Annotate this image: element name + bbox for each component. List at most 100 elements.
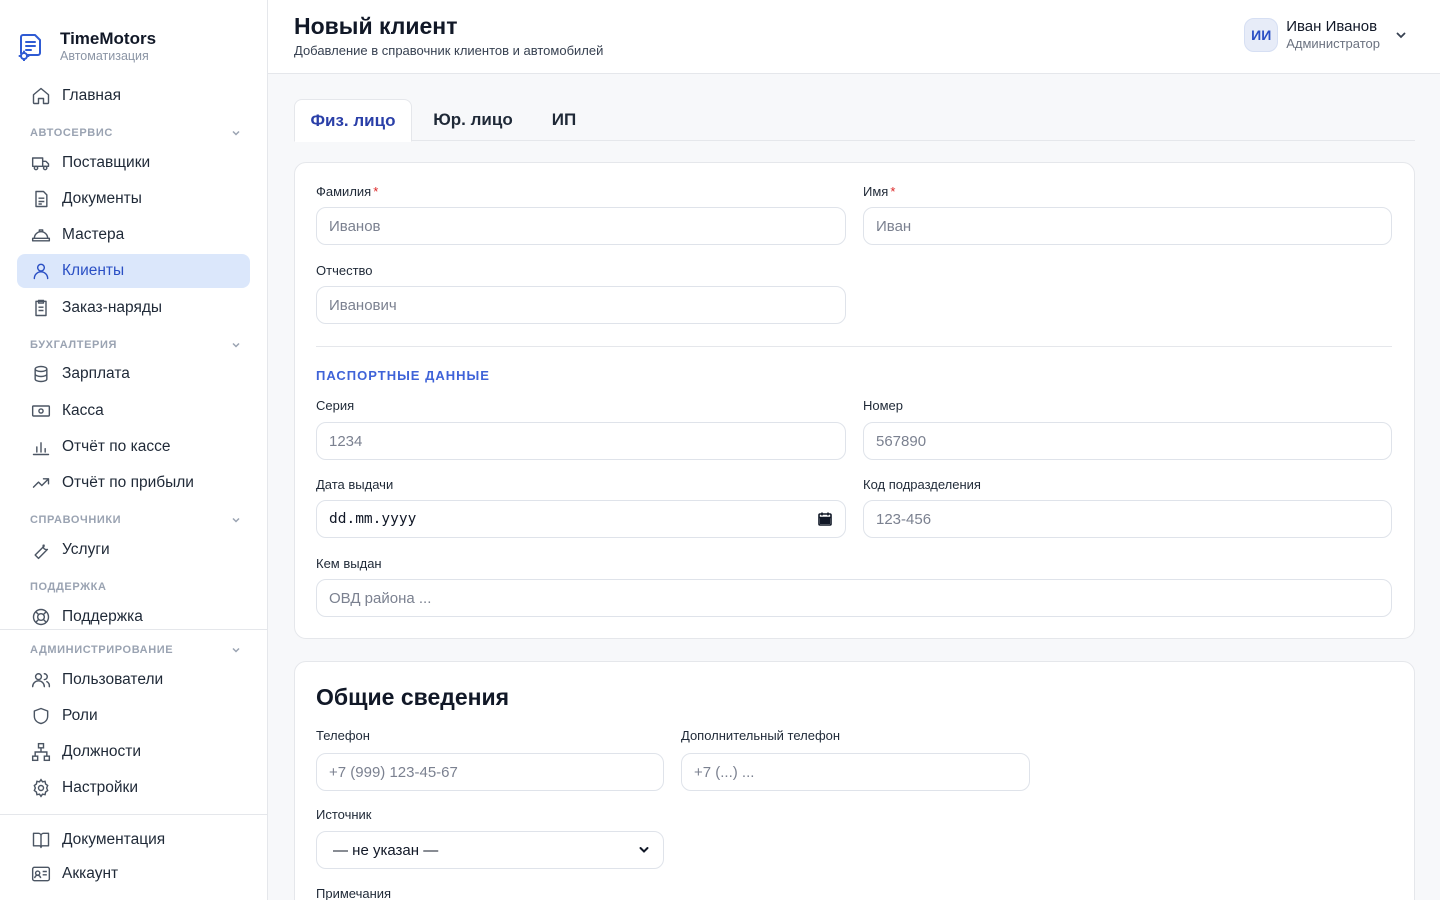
last-name-field[interactable]	[316, 207, 846, 245]
users-icon	[30, 669, 52, 691]
sidebar-item-home[interactable]: Главная	[17, 79, 250, 113]
sidebar-item-label: Клиенты	[62, 262, 125, 279]
last-name-label: Фамилия *	[316, 184, 379, 199]
chevron-down-icon	[1396, 32, 1406, 39]
last-name-input[interactable]	[329, 217, 833, 235]
section-label: ПОДДЕРЖКА	[30, 581, 107, 593]
sidebar-item-label: Услуги	[62, 541, 110, 558]
hard-hat-icon	[30, 224, 52, 246]
chevron-down-icon	[232, 342, 240, 348]
brand[interactable]: TimeMotors Автоматизация	[16, 26, 156, 66]
series-label: Серия	[316, 398, 355, 413]
sidebar-item-label: Пользователи	[62, 671, 164, 688]
number-label: Номер	[863, 398, 904, 413]
person-card: Фамилия* Имя* Отчество ПАСПОРТНЫЕ ДАННЫЕ…	[294, 162, 1415, 639]
sidebar-item-label: Заказ-наряды	[62, 299, 163, 316]
chevron-down-icon	[232, 647, 240, 653]
sidebar-item-cash[interactable]: Касса	[17, 394, 250, 428]
sidebar-item-services[interactable]: Услуги	[17, 533, 250, 567]
tab-individual[interactable]: Физ. лицо	[294, 99, 412, 142]
number-input[interactable]	[876, 432, 1379, 450]
middle-name-field[interactable]	[316, 286, 846, 324]
section-accounting[interactable]: БУХГАЛТЕРИЯ	[30, 337, 242, 353]
series-field[interactable]	[316, 422, 846, 460]
division-code-label: Код подразделения	[863, 477, 981, 492]
tab-legal-entity[interactable]: Юр. лицо	[422, 99, 524, 141]
issue-date-input[interactable]	[329, 511, 817, 527]
sidebar-item-label: Касса	[62, 402, 104, 419]
sidebar-item-label: Главная	[62, 87, 121, 104]
source-select[interactable]: — не указан —	[316, 831, 664, 869]
first-name-input[interactable]	[876, 217, 1379, 235]
user-icon	[30, 260, 52, 282]
page-subtitle: Добавление в справочник клиентов и автом…	[294, 43, 604, 58]
series-input[interactable]	[329, 432, 833, 450]
sidebar-item-clients[interactable]: Клиенты	[17, 254, 250, 288]
section-autoservice[interactable]: АВТОСЕРВИС	[30, 125, 242, 141]
sidebar-item-positions[interactable]: Должности	[17, 735, 250, 769]
middle-name-input[interactable]	[329, 296, 833, 314]
issue-date-field[interactable]	[316, 500, 846, 538]
sidebar-item-profit-report[interactable]: Отчёт по прибыли	[17, 466, 250, 500]
document-icon	[30, 188, 52, 210]
issued-by-input[interactable]	[329, 589, 1379, 607]
sidebar-item-label: Должности	[62, 743, 142, 760]
sidebar-item-users[interactable]: Пользователи	[17, 663, 250, 697]
extra-phone-field[interactable]	[681, 753, 1030, 791]
first-name-field[interactable]	[863, 207, 1392, 245]
issued-by-field[interactable]	[316, 579, 1392, 617]
home-icon	[30, 85, 52, 107]
phone-field[interactable]	[316, 753, 664, 791]
bar-chart-icon	[30, 436, 52, 458]
avatar: ИИ	[1244, 18, 1279, 52]
sidebar-item-orders[interactable]: Заказ-наряды	[17, 291, 250, 325]
first-name-label: Имя *	[863, 184, 896, 199]
sidebar-item-label: Поставщики	[62, 154, 151, 171]
sidebar-item-account[interactable]: Аккаунт	[17, 857, 250, 891]
sidebar-item-masters[interactable]: Мастера	[17, 218, 250, 252]
sidebar-item-label: Поддержка	[62, 608, 143, 625]
passport-section-title: ПАСПОРТНЫЕ ДАННЫЕ	[316, 368, 490, 383]
notes-label: Примечания	[316, 886, 392, 900]
id-card-icon	[30, 863, 52, 885]
section-references[interactable]: СПРАВОЧНИКИ	[30, 512, 242, 528]
sidebar: TimeMotors Автоматизация Главная АВТОСЕР…	[0, 0, 268, 900]
user-name: Иван Иванов	[1286, 18, 1378, 35]
user-role: Администратор	[1286, 36, 1380, 51]
division-code-input[interactable]	[876, 510, 1379, 528]
wrench-icon	[30, 539, 52, 561]
sidebar-item-roles[interactable]: Роли	[17, 699, 250, 733]
sidebar-item-label: Документация	[62, 831, 166, 848]
sidebar-item-label: Зарплата	[62, 365, 130, 382]
tab-entrepreneur[interactable]: ИП	[542, 99, 586, 141]
middle-name-label: Отчество	[316, 263, 373, 278]
general-info-title: Общие сведения	[316, 684, 510, 710]
sidebar-item-docs[interactable]: Документация	[17, 823, 250, 857]
clipboard-icon	[30, 297, 52, 319]
sidebar-item-label: Отчёт по прибыли	[62, 474, 194, 491]
sidebar-item-documents[interactable]: Документы	[17, 182, 250, 216]
page-title: Новый клиент	[294, 13, 458, 39]
issued-by-label: Кем выдан	[316, 556, 382, 571]
sidebar-item-suppliers[interactable]: Поставщики	[17, 146, 250, 180]
sidebar-item-label: Мастера	[62, 226, 125, 243]
sidebar-item-cash-report[interactable]: Отчёт по кассе	[17, 430, 250, 464]
banknote-icon	[30, 400, 52, 422]
book-icon	[30, 829, 52, 851]
issue-date-label: Дата выдачи	[316, 477, 394, 492]
lifebuoy-icon	[30, 606, 52, 628]
section-admin[interactable]: АДМИНИСТРИРОВАНИЕ	[30, 642, 242, 658]
section-label: АДМИНИСТРИРОВАНИЕ	[30, 644, 174, 656]
phone-label: Телефон	[316, 728, 370, 743]
sidebar-item-settings[interactable]: Настройки	[17, 771, 250, 805]
calendar-icon[interactable]	[817, 511, 833, 527]
extra-phone-input[interactable]	[694, 763, 1017, 781]
phone-input[interactable]	[329, 763, 651, 781]
org-chart-icon	[30, 741, 52, 763]
sidebar-item-salary[interactable]: Зарплата	[17, 357, 250, 391]
division-code-field[interactable]	[863, 500, 1392, 538]
user-menu[interactable]: ИИ Иван Иванов Администратор	[1244, 18, 1408, 52]
general-info-card: Общие сведения Телефон Дополнительный те…	[294, 661, 1415, 900]
database-icon	[30, 363, 52, 385]
number-field[interactable]	[863, 422, 1392, 460]
